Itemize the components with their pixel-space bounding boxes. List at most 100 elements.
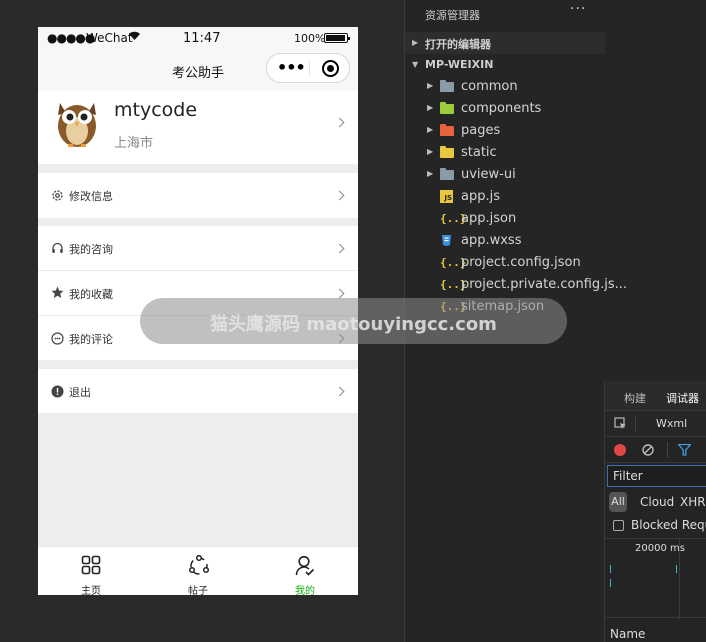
filter-cloud-button[interactable]: Cloud [640, 495, 674, 509]
toolbar-divider [667, 442, 668, 458]
info-icon [51, 385, 64, 398]
tab-posts[interactable]: 帖子 [145, 547, 251, 595]
file-tree-item[interactable]: {..} project.config.json [405, 252, 605, 274]
tab-mine[interactable]: 我的 [252, 547, 358, 595]
file-tree-item[interactable]: {..} app.json [405, 208, 605, 230]
tab-wxml[interactable]: Wxml [656, 417, 687, 430]
section-label: MP-WEIXIN [425, 58, 494, 71]
tab-label: 帖子 [188, 586, 208, 595]
filter-icon[interactable] [678, 444, 691, 456]
file-tree-item[interactable]: JS app.js [405, 186, 605, 208]
share-icon [188, 555, 210, 575]
blocked-requests-checkbox[interactable] [613, 520, 624, 531]
chevron-right-icon: ▶ [427, 147, 434, 156]
blocked-requests-option[interactable]: Blocked Reque [605, 516, 706, 536]
inspect-icon[interactable] [614, 417, 627, 430]
file-name: pages [461, 123, 501, 138]
status-bar: ●●●●● WeChat 11:47 100% [38, 27, 358, 49]
status-time: 11:47 [183, 31, 221, 46]
chevron-right-icon [336, 387, 346, 397]
network-toolbar [605, 437, 706, 463]
explorer-title: 资源管理器 [425, 9, 480, 22]
record-icon[interactable] [614, 444, 626, 456]
smile-icon [51, 332, 64, 345]
tab-bar: 主页 帖子 我的 [38, 546, 358, 595]
file-tree-item[interactable]: ▶ components [405, 98, 605, 120]
file-tree-item[interactable]: ▶ pages [405, 120, 605, 142]
json-file-icon: {..} [440, 256, 467, 269]
carrier-label: WeChat [86, 31, 133, 45]
tab-build[interactable]: 构建 [624, 390, 646, 406]
file-name: components [461, 101, 542, 116]
file-name: app.json [461, 211, 517, 226]
menu-item-label: 修改信息 [69, 190, 113, 203]
file-tree-item[interactable]: app.wxss [405, 230, 605, 252]
chevron-right-icon: ▶ [427, 81, 434, 90]
watermark-text: 猫头鹰源码 maotouyingcc.com [210, 314, 497, 335]
filter-input[interactable]: Filter [607, 465, 706, 487]
toolbar-divider [635, 417, 636, 431]
folder-icon [440, 146, 455, 160]
json-file-icon: {..} [440, 278, 467, 291]
file-name: static [461, 145, 497, 160]
blocked-requests-label: Blocked Reque [631, 518, 706, 532]
folder-icon [440, 80, 455, 94]
headset-icon [52, 242, 63, 253]
file-tree-item[interactable]: ▶ common [405, 76, 605, 98]
timeline-marker [676, 565, 677, 573]
chevron-down-icon: ▼ [412, 60, 419, 69]
file-name: app.js [461, 189, 500, 204]
folder-icon [440, 168, 455, 182]
owl-avatar [58, 103, 96, 147]
profile-city: 上海市 [114, 136, 154, 151]
menu-capsule: ••• [266, 53, 350, 83]
devtools-tabs: 构建 调试器 [605, 381, 706, 413]
chevron-right-icon [336, 191, 346, 201]
chevron-right-icon: ▶ [427, 169, 434, 178]
timeline-marker [610, 579, 611, 587]
project-section[interactable]: ▼ MP-WEIXIN [405, 54, 605, 76]
json-file-icon: {..} [440, 212, 467, 225]
file-name: uview-ui [461, 167, 516, 182]
open-editors-section[interactable]: ▶ 打开的编辑器 [405, 32, 605, 54]
menu-item-edit-info[interactable]: 修改信息 [38, 173, 358, 218]
profile-name: mtycode [114, 99, 198, 121]
more-dots-icon[interactable]: ••• [277, 58, 306, 77]
menu-item-consult[interactable]: 我的咨询 [38, 226, 358, 270]
clear-icon[interactable] [642, 444, 654, 456]
tab-home[interactable]: 主页 [38, 547, 144, 595]
menu-item-label: 我的评论 [69, 333, 113, 346]
file-tree-item[interactable]: ▶ static [405, 142, 605, 164]
settings-icon [52, 190, 63, 201]
menu-item-label: 我的咨询 [69, 243, 113, 256]
file-tree-item[interactable]: ▶ uview-ui [405, 164, 605, 186]
filter-xhr-button[interactable]: XHR [680, 495, 706, 509]
battery-icon [324, 33, 350, 43]
menu-item-label: 我的收藏 [69, 288, 113, 301]
profile-card[interactable]: mtycode 上海市 [38, 91, 358, 164]
file-name: common [461, 79, 518, 94]
file-name: project.private.config.js... [461, 277, 628, 292]
devtools-panel: 构建 调试器 Wxml Filter All Cloud XHR Blocked… [604, 381, 706, 642]
request-type-filters: All Cloud XHR [605, 491, 706, 515]
close-miniprogram-icon[interactable] [322, 60, 339, 77]
filter-placeholder: Filter [613, 469, 643, 483]
filter-all-button[interactable]: All [609, 492, 627, 512]
file-name: app.wxss [461, 233, 522, 248]
chevron-right-icon: ▶ [427, 103, 434, 112]
timeline-label: 20000 ms [635, 543, 685, 554]
file-tree-item[interactable]: {..} project.private.config.js... [405, 274, 627, 296]
name-column-header[interactable]: Name [610, 627, 645, 641]
folder-icon [440, 124, 455, 138]
chevron-right-icon [336, 244, 346, 254]
capsule-divider [309, 61, 310, 76]
chevron-right-icon: ▶ [412, 38, 419, 47]
more-actions-icon[interactable]: ··· [570, 1, 586, 17]
tab-debugger[interactable]: 调试器 [666, 390, 699, 413]
user-icon [295, 555, 315, 576]
menu-item-label: 退出 [69, 386, 91, 399]
menu-item-logout[interactable]: 退出 [38, 369, 358, 413]
battery-percent: 100% [294, 32, 326, 45]
network-timeline: 20000 ms [605, 538, 706, 619]
nav-bar: 考公助手 ••• [38, 49, 358, 91]
